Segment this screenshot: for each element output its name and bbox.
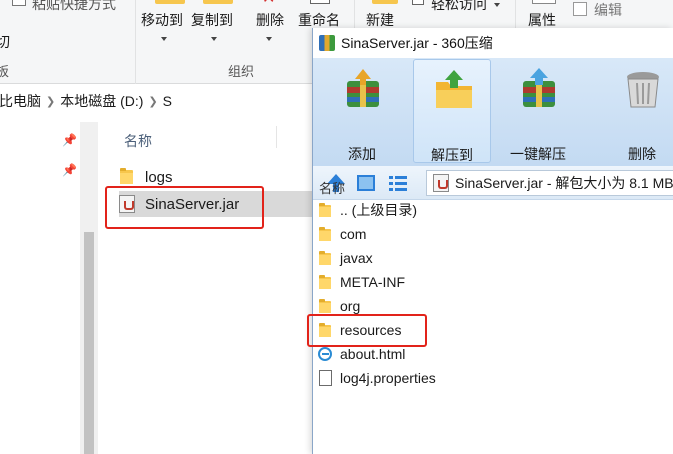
one-click-extract-icon bbox=[523, 68, 555, 107]
ribbon-separator bbox=[135, 0, 136, 84]
one-click-extract-label: 一键解压 bbox=[510, 146, 566, 162]
new-label: 新建 bbox=[366, 12, 394, 28]
window-titlebar[interactable]: SinaServer.jar - 360压缩 bbox=[313, 28, 673, 58]
archive-path-text: SinaServer.jar - 解包大小为 8.1 MB bbox=[455, 175, 673, 191]
chevron-down-icon bbox=[211, 37, 217, 42]
delete-button[interactable]: 删除 bbox=[603, 59, 673, 163]
list-view-icon[interactable] bbox=[387, 172, 409, 194]
edit-button[interactable]: 编辑 bbox=[594, 0, 622, 20]
list-item[interactable]: .. (上级目录) bbox=[318, 198, 618, 222]
thumbnail-view-icon[interactable] bbox=[355, 172, 377, 194]
folder-icon bbox=[318, 322, 332, 338]
extract-to-icon bbox=[436, 70, 472, 108]
breadcrumb-item[interactable]: S bbox=[158, 93, 177, 109]
name-column-header[interactable]: 名称 bbox=[319, 178, 345, 197]
easy-access-icon bbox=[412, 0, 424, 5]
list-item[interactable]: META-INF bbox=[318, 270, 618, 294]
entry-name: .. (上级目录) bbox=[340, 202, 417, 218]
delete-label: 删除 bbox=[256, 12, 284, 28]
chevron-right-icon[interactable]: ❯ bbox=[148, 95, 157, 108]
list-item[interactable]: org bbox=[318, 294, 618, 318]
delete-label: 删除 bbox=[628, 146, 656, 162]
cut-label-fragment: 切 bbox=[0, 34, 10, 50]
jar-file-icon bbox=[119, 195, 137, 213]
name-column-header[interactable]: 名称 bbox=[124, 131, 152, 151]
move-to-label: 移动到 bbox=[141, 12, 183, 28]
entry-name: about.html bbox=[340, 346, 406, 362]
folder-icon bbox=[318, 250, 332, 266]
extract-to-button[interactable]: 解压到 bbox=[413, 59, 491, 163]
rename-label: 重命名 bbox=[298, 12, 340, 28]
chevron-down-icon bbox=[161, 37, 167, 42]
html-file-icon bbox=[318, 346, 332, 362]
properties-icon bbox=[532, 0, 556, 4]
edit-icon bbox=[573, 2, 587, 16]
easy-access-label: 轻松访问 bbox=[431, 0, 487, 12]
move-to-icon bbox=[155, 0, 185, 4]
folder-icon bbox=[119, 168, 137, 186]
zip-navigation-bar: SinaServer.jar - 解包大小为 8.1 MB bbox=[313, 166, 673, 200]
entry-name: log4j.properties bbox=[340, 370, 436, 386]
add-button[interactable]: 添加 bbox=[323, 59, 401, 163]
navigation-scrollbar-thumb[interactable] bbox=[84, 232, 94, 454]
delete-button[interactable]: 删除 bbox=[256, 10, 284, 46]
folder-icon bbox=[318, 226, 332, 242]
list-item[interactable]: com bbox=[318, 222, 618, 246]
list-item[interactable]: SinaServer.jar bbox=[119, 191, 313, 217]
copy-to-button[interactable]: 复制到 bbox=[191, 10, 233, 46]
archive-path-field[interactable]: SinaServer.jar - 解包大小为 8.1 MB bbox=[426, 170, 673, 196]
add-label: 添加 bbox=[348, 146, 376, 162]
column-divider[interactable] bbox=[276, 126, 277, 148]
folder-icon bbox=[318, 298, 332, 314]
rename-icon bbox=[310, 0, 330, 4]
window-title: SinaServer.jar - 360压缩 bbox=[341, 35, 493, 51]
list-item[interactable]: logs bbox=[119, 164, 313, 190]
folder-icon bbox=[318, 202, 332, 218]
entry-name: META-INF bbox=[340, 274, 406, 290]
add-archive-icon bbox=[347, 69, 379, 107]
extract-to-label: 解压到 bbox=[431, 147, 473, 163]
list-item[interactable]: javax bbox=[318, 246, 618, 270]
pin-icon[interactable]: 📌 bbox=[62, 133, 77, 147]
breadcrumb-item[interactable]: 比电脑 bbox=[0, 91, 46, 111]
one-click-extract-button[interactable]: 一键解压 bbox=[499, 59, 577, 163]
text-file-icon bbox=[318, 370, 332, 386]
organize-group-label: 组织 bbox=[228, 64, 255, 79]
entry-name: javax bbox=[340, 250, 373, 266]
move-to-button[interactable]: 移动到 bbox=[141, 10, 183, 46]
list-item[interactable]: about.html bbox=[318, 342, 618, 366]
entry-name: resources bbox=[340, 322, 402, 338]
zip-archive-window: SinaServer.jar - 360压缩 添加 解压到 一键解压 删除 Si… bbox=[312, 28, 673, 454]
list-item[interactable]: resources bbox=[318, 318, 618, 342]
easy-access-button[interactable]: 轻松访问 bbox=[431, 0, 500, 14]
pin-icon[interactable]: 📌 bbox=[62, 163, 77, 177]
list-item[interactable]: log4j.properties bbox=[318, 366, 618, 390]
entry-name: org bbox=[340, 298, 361, 314]
file-name: SinaServer.jar bbox=[145, 195, 240, 213]
app-logo-icon bbox=[319, 35, 335, 51]
delete-icon: ✕ bbox=[262, 0, 276, 7]
entry-name: com bbox=[340, 226, 367, 242]
chevron-down-icon bbox=[266, 37, 272, 42]
folder-icon bbox=[318, 274, 332, 290]
clipboard-group-label-fragment: 板 bbox=[0, 64, 10, 79]
file-name: logs bbox=[145, 168, 173, 186]
breadcrumb-item[interactable]: 本地磁盘 (D:) bbox=[55, 91, 148, 111]
zip-toolbar: 添加 解压到 一键解压 删除 bbox=[313, 58, 673, 166]
chevron-right-icon[interactable]: ❯ bbox=[46, 95, 55, 108]
copy-to-icon bbox=[203, 0, 233, 4]
properties-label: 属性 bbox=[528, 12, 556, 28]
chevron-down-icon bbox=[493, 3, 500, 8]
paste-shortcut-button[interactable]: 粘贴快捷方式 bbox=[32, 0, 116, 14]
new-folder-icon bbox=[372, 0, 398, 4]
breadcrumb[interactable]: 比电脑 ❯ 本地磁盘 (D:) ❯ S bbox=[0, 88, 320, 114]
jar-file-icon bbox=[433, 174, 449, 192]
rename-button[interactable]: 重命名 bbox=[298, 10, 340, 30]
paste-shortcut-icon bbox=[12, 0, 26, 6]
delete-bin-icon bbox=[627, 72, 659, 108]
copy-to-label: 复制到 bbox=[191, 12, 233, 28]
